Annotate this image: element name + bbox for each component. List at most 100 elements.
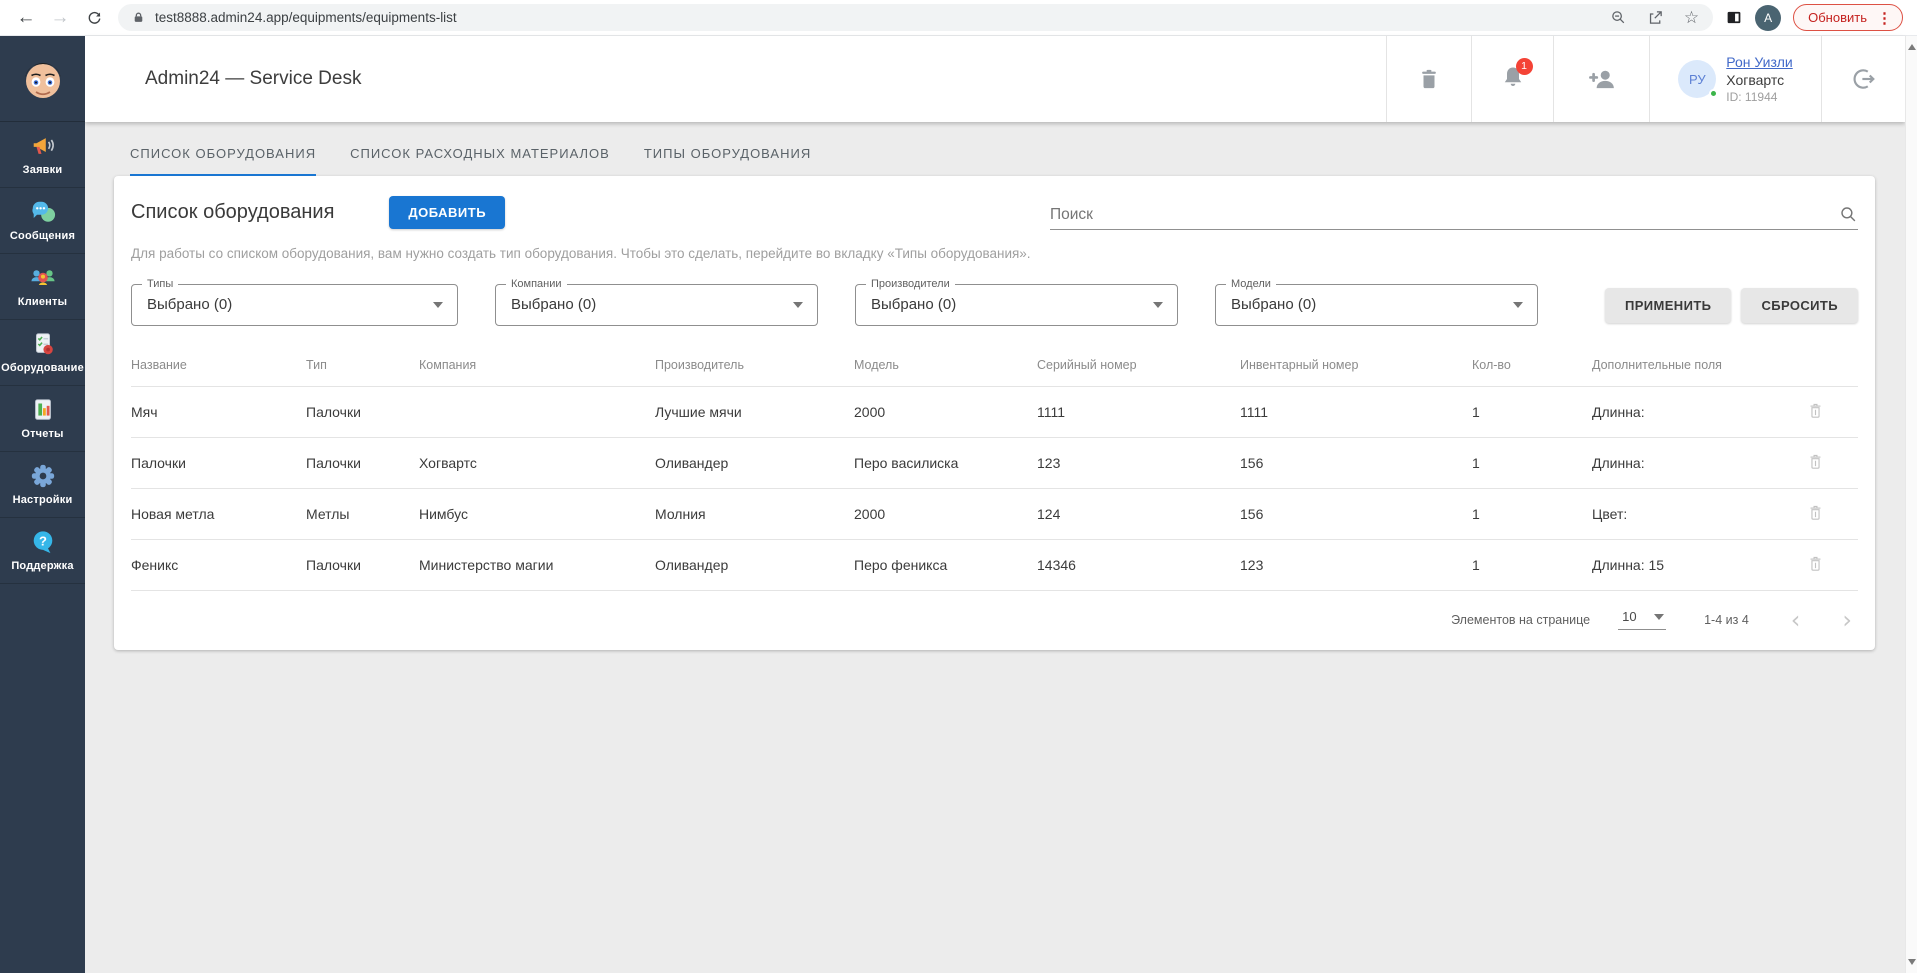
sidebar-item-soobscheniya[interactable]: Сообщения [0, 188, 85, 254]
card-heading: Список оборудования [131, 201, 334, 224]
tab-equipment-list[interactable]: СПИСОК ОБОРУДОВАНИЯ [130, 146, 316, 176]
header-user-block: РУ Рон Уизли Хогвартс ID: 11944 [1649, 36, 1821, 122]
search-icon[interactable] [1839, 205, 1858, 224]
sidebar-item-klienty[interactable]: Клиенты [0, 254, 85, 320]
page-size-select[interactable]: 10 [1618, 609, 1666, 630]
cell-model: Перо василиска [854, 438, 1037, 489]
filter-models-select[interactable]: Модели Выбрано (0) [1215, 284, 1538, 326]
cell-model: 2000 [854, 489, 1037, 540]
column-header: Название [131, 352, 306, 387]
column-header: Модель [854, 352, 1037, 387]
sidebar-item-nastroyki[interactable]: Настройки [0, 452, 85, 518]
share-icon[interactable] [1647, 9, 1664, 26]
trash-icon [1807, 401, 1824, 420]
filter-companies-select[interactable]: Компании Выбрано (0) [495, 284, 818, 326]
cell-inventory-number: 156 [1240, 489, 1472, 540]
prev-page-button[interactable]: ‹ [1791, 613, 1801, 627]
equipment-card: Список оборудования ДОБАВИТЬ Для работы … [114, 176, 1875, 650]
cell-name: Палочки [131, 438, 306, 489]
filter-row: Типы Выбрано (0) Компании Выбрано (0) Пр… [131, 284, 1858, 326]
question-bubble-icon: ? [30, 529, 56, 555]
logout-button[interactable] [1821, 36, 1905, 122]
table-row: Мяч Палочки Лучшие мячи 2000 1111 1111 1… [131, 387, 1858, 438]
browser-profile-avatar[interactable]: A [1755, 5, 1781, 31]
cell-extra-fields: Длинна: 15 [1592, 540, 1792, 591]
address-bar[interactable]: test8888.admin24.app/equipments/equipmen… [118, 4, 1713, 31]
cell-name: Новая метла [131, 489, 306, 540]
cell-inventory-number: 123 [1240, 540, 1472, 591]
page-title: Admin24 — Service Desk [145, 68, 1386, 90]
sidebar-item-oborudovanie[interactable]: Оборудование [0, 320, 85, 386]
search-input[interactable] [1050, 206, 1839, 224]
filter-manufacturers-select[interactable]: Производители Выбрано (0) [855, 284, 1178, 326]
cell-quantity: 1 [1472, 438, 1592, 489]
browser-forward-button[interactable]: → [44, 3, 76, 33]
filter-types-select[interactable]: Типы Выбрано (0) [131, 284, 458, 326]
add-equipment-button[interactable]: ДОБАВИТЬ [389, 196, 505, 229]
lock-icon [132, 10, 145, 25]
app-window: Заявки Сообщения Клиенты [0, 36, 1917, 973]
delete-row-button[interactable] [1807, 554, 1824, 576]
header-add-person-button[interactable] [1553, 36, 1649, 122]
side-panel-icon[interactable] [1725, 9, 1743, 26]
delete-row-button[interactable] [1807, 503, 1824, 525]
browser-update-button[interactable]: Обновить ⋮ [1793, 4, 1903, 31]
sidebar-item-otchety[interactable]: Отчеты [0, 386, 85, 452]
bar-chart-doc-icon [30, 397, 56, 423]
trash-icon [1807, 503, 1824, 522]
gear-icon [30, 463, 56, 489]
cell-serial-number: 14346 [1037, 540, 1240, 591]
sidebar: Заявки Сообщения Клиенты [0, 36, 85, 973]
people-group-icon [30, 265, 56, 291]
table-row: Феникс Палочки Министерство магии Оливан… [131, 540, 1858, 591]
scroll-up-arrow-icon[interactable] [1908, 44, 1916, 50]
scroll-down-arrow-icon[interactable] [1908, 959, 1916, 965]
apply-filters-button[interactable]: ПРИМЕНИТЬ [1605, 288, 1731, 323]
notification-badge: 1 [1516, 58, 1533, 75]
cell-inventory-number: 1111 [1240, 387, 1472, 438]
cell-company: Нимбус [419, 489, 655, 540]
table-row: Палочки Палочки Хогвартс Оливандер Перо … [131, 438, 1858, 489]
online-status-dot [1709, 89, 1718, 98]
cell-name: Мяч [131, 387, 306, 438]
sidebar-item-podderzhka[interactable]: ? Поддержка [0, 518, 85, 584]
header-notifications-button[interactable]: 1 [1471, 36, 1553, 122]
browser-reload-button[interactable] [78, 3, 110, 33]
checklist-icon [30, 331, 56, 357]
tab-bar: СПИСОК ОБОРУДОВАНИЯ СПИСОК РАСХОДНЫХ МАТ… [85, 122, 1905, 176]
bookmark-star-icon[interactable]: ☆ [1684, 8, 1699, 28]
page-scrollbar[interactable] [1905, 36, 1917, 973]
column-header: Тип [306, 352, 419, 387]
tab-consumables-list[interactable]: СПИСОК РАСХОДНЫХ МАТЕРИАЛОВ [350, 146, 610, 176]
cell-manufacturer: Молния [655, 489, 854, 540]
search-box [1050, 205, 1858, 230]
chevron-down-icon [1513, 302, 1523, 308]
cell-type: Палочки [306, 540, 419, 591]
user-name-link[interactable]: Рон Уизли [1726, 54, 1792, 70]
tab-equipment-types[interactable]: ТИПЫ ОБОРУДОВАНИЯ [644, 146, 811, 176]
browser-menu-icon[interactable]: ⋮ [1877, 9, 1892, 27]
equipment-table: Название Тип Компания Производитель Моде… [131, 352, 1858, 591]
helper-text: Для работы со списком оборудования, вам … [131, 246, 1858, 261]
cell-type: Палочки [306, 438, 419, 489]
browser-back-button[interactable]: ← [10, 3, 42, 33]
cell-company: Хогвартс [419, 438, 655, 489]
sidebar-item-zayavki[interactable]: Заявки [0, 122, 85, 188]
cell-extra-fields: Длинна: [1592, 387, 1792, 438]
column-header: Инвентарный номер [1240, 352, 1472, 387]
sidebar-user-avatar[interactable] [0, 36, 85, 122]
cell-serial-number: 124 [1037, 489, 1240, 540]
user-initials-avatar[interactable]: РУ [1678, 60, 1716, 98]
next-page-button[interactable]: › [1842, 613, 1852, 627]
user-id: ID: 11944 [1726, 90, 1792, 104]
page-range: 1-4 из 4 [1704, 613, 1749, 627]
logout-icon [1851, 66, 1877, 92]
reset-filters-button[interactable]: СБРОСИТЬ [1741, 288, 1858, 323]
table-header-row: Название Тип Компания Производитель Моде… [131, 352, 1858, 387]
header-trash-button[interactable] [1386, 36, 1471, 122]
delete-row-button[interactable] [1807, 401, 1824, 423]
zoom-out-icon[interactable] [1610, 9, 1627, 26]
column-header-actions [1792, 352, 1858, 387]
delete-row-button[interactable] [1807, 452, 1824, 474]
column-header: Дополнительные поля [1592, 352, 1792, 387]
